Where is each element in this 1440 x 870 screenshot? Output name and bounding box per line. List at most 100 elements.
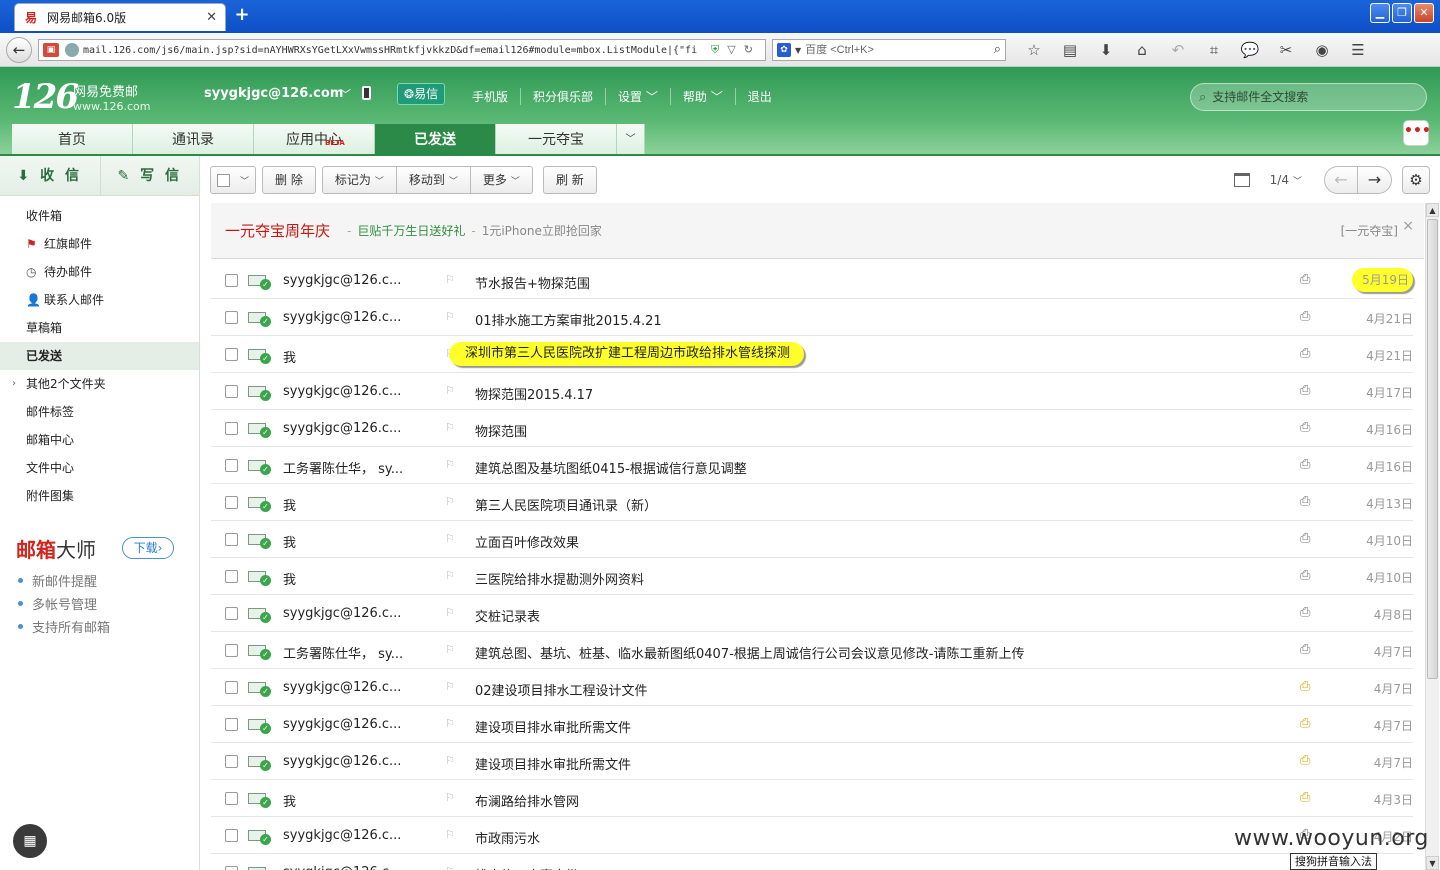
mail-subject[interactable]: 物探范围 xyxy=(475,421,527,440)
promo-download-button[interactable]: 下载› xyxy=(122,537,174,559)
mail-subject[interactable]: 建筑总图及基坑图纸0415-根据诚信行意见调整 xyxy=(475,458,747,477)
shield-icon[interactable]: ⛨ xyxy=(711,43,719,57)
flag-icon[interactable]: ⚐ xyxy=(445,643,455,656)
link-settings[interactable]: 设置 ﹀ xyxy=(605,88,670,105)
receive-button[interactable]: ⬇ 收 信 xyxy=(0,156,100,195)
row-checkbox[interactable] xyxy=(225,829,238,842)
ad-tag[interactable]: [一元夺宝] xyxy=(1341,222,1398,239)
globe-menu-icon[interactable]: ◉ xyxy=(1304,41,1340,59)
mail-subject[interactable]: 节水报告+物探范围 xyxy=(475,273,590,292)
sidebar-item-file-center[interactable]: 文件中心 xyxy=(0,454,199,482)
table-row[interactable]: syygkjgc@126.c... ⚐ 物探范围 ⎙ 4月16日 xyxy=(211,410,1413,447)
mail-from[interactable]: syygkjgc@126.c... xyxy=(283,273,433,288)
site-identity-icon[interactable]: ▣ xyxy=(43,43,59,57)
scroll-down-icon[interactable]: ▼ xyxy=(1426,856,1439,870)
row-checkbox[interactable] xyxy=(225,348,238,361)
mail-subject[interactable]: 建设项目排水审批所需文件 xyxy=(475,717,631,736)
flag-icon[interactable]: ⚐ xyxy=(445,865,455,870)
table-row[interactable]: 我 ⚐ 三医院给排水提勘测外网资料 ⎙ 4月10日 xyxy=(211,558,1413,595)
page-indicator[interactable]: 1/4 ﹀ xyxy=(1270,173,1302,187)
flag-icon[interactable]: ⚐ xyxy=(445,717,455,730)
mail-subject[interactable]: 布澜路给排水管网 xyxy=(475,791,579,810)
sidebar-item-todo[interactable]: ◷ 待办邮件 xyxy=(0,258,199,286)
ad-gray-text[interactable]: 1元iPhone立即抢回家 xyxy=(482,224,602,238)
mail-from[interactable]: 我 xyxy=(283,569,433,588)
sidebar-item-inbox[interactable]: 收件箱 xyxy=(0,202,199,230)
flag-icon[interactable]: ⚐ xyxy=(445,532,455,545)
table-row[interactable]: syygkjgc@126.c... ⚐ 建设项目排水审批所需文件 ⎙ 4月7日 xyxy=(211,706,1413,743)
home-icon[interactable]: ⌂ xyxy=(1124,41,1160,59)
browser-search-input[interactable] xyxy=(805,44,976,56)
mail-subject[interactable]: 建设项目排水审批所需文件 xyxy=(475,754,631,773)
row-checkbox[interactable] xyxy=(225,496,238,509)
delete-button[interactable]: 删 除 xyxy=(262,166,316,194)
scroll-thumb[interactable] xyxy=(1427,219,1438,679)
crop-icon[interactable]: ⌗ xyxy=(1196,41,1232,59)
apps-grid-icon[interactable]: ▦ xyxy=(13,824,47,858)
new-tab-button[interactable]: + xyxy=(232,5,252,25)
mail-from[interactable]: syygkjgc@126.c... xyxy=(283,421,433,436)
mail-from[interactable]: 工务署陈仕华， sy... xyxy=(283,643,433,662)
magnifier-icon[interactable]: ⌕ xyxy=(994,42,1001,57)
mark-as-button[interactable]: 标记为 ﹀ xyxy=(321,166,397,194)
sidebar-item-sent[interactable]: 已发送 xyxy=(0,342,199,370)
attachment-clip-icon[interactable]: ⎙ xyxy=(1300,605,1310,620)
restore-button[interactable]: ❐ xyxy=(1392,3,1412,23)
row-checkbox[interactable] xyxy=(225,681,238,694)
dropdown-caret-icon[interactable]: ▽ xyxy=(727,43,735,57)
mail-subject[interactable]: 交桩记录表 xyxy=(475,606,540,625)
attachment-clip-icon[interactable]: ⎙ xyxy=(1300,420,1310,435)
window-close-button[interactable]: ✕ xyxy=(1414,3,1434,23)
attachment-clip-icon[interactable]: ⎙ xyxy=(1300,457,1310,472)
tab-close-icon[interactable]: ✕ xyxy=(206,10,217,25)
sidebar-item-attachment-gallery[interactable]: 附件图集 xyxy=(0,482,199,510)
mail-from[interactable]: 我 xyxy=(283,532,433,551)
mail-from[interactable]: 我 xyxy=(283,347,433,366)
flag-icon[interactable]: ⚐ xyxy=(445,310,455,323)
mail-subject[interactable]: 市政雨污水 xyxy=(475,828,540,847)
table-row[interactable]: syygkjgc@126.c...⚐排水施工方案审批.doc⎙ xyxy=(211,854,1413,870)
tab-app-center[interactable]: 应用中心 BETA xyxy=(254,124,375,156)
yixin-button[interactable]: ❂易信 xyxy=(397,83,446,105)
scrollbar[interactable]: ▲ ▼ xyxy=(1425,203,1439,870)
table-row[interactable]: 我 ⚐ 第三人民医院项目通讯录（新） ⎙ 4月13日 xyxy=(211,484,1413,521)
mail-subject[interactable]: 建筑总图、基坑、桩基、临水最新图纸0407-根据上周诚信行公司会议意见修改-请陈… xyxy=(475,643,1024,662)
sidebar-item-other-folders[interactable]: › 其他2个文件夹 xyxy=(0,370,199,398)
row-checkbox[interactable] xyxy=(225,274,238,287)
mail-from[interactable]: syygkjgc@126.c... xyxy=(283,384,433,399)
mail-subject[interactable]: 排水施工方案审批.doc xyxy=(475,865,607,870)
chat-icon[interactable]: 💬 xyxy=(1232,41,1268,59)
sidebar-item-mail-tags[interactable]: 邮件标签 xyxy=(0,398,199,426)
flag-icon[interactable]: ⚐ xyxy=(445,421,455,434)
row-checkbox[interactable] xyxy=(225,570,238,583)
row-checkbox[interactable] xyxy=(225,792,238,805)
mail-from[interactable]: syygkjgc@126.c... xyxy=(283,680,433,695)
ime-status[interactable]: 搜狗拼音输入法 xyxy=(1290,853,1377,870)
star-icon[interactable]: ☆ xyxy=(1016,41,1052,59)
mail-subject[interactable]: 立面百叶修改效果 xyxy=(475,532,579,551)
back-button[interactable]: ← xyxy=(6,37,32,63)
gear-icon[interactable]: ⚙ xyxy=(1402,166,1430,194)
row-checkbox[interactable] xyxy=(225,718,238,731)
flag-icon[interactable]: ⚐ xyxy=(445,791,455,804)
table-row[interactable]: syygkjgc@126.c... ⚐ 建设项目排水审批所需文件 ⎙ 4月7日 xyxy=(211,743,1413,780)
account-caret-icon[interactable]: ﹀ xyxy=(340,86,351,102)
tab-home[interactable]: 首页 xyxy=(12,124,133,156)
table-row[interactable]: syygkjgc@126.c... ⚐ 02建设项目排水工程设计文件 ⎙ 4月7日 xyxy=(211,669,1413,706)
attachment-clip-icon[interactable]: ⎙ xyxy=(1300,494,1310,509)
row-checkbox[interactable] xyxy=(225,311,238,324)
attachment-clip-icon[interactable]: ⎙ xyxy=(1300,642,1310,657)
tab-contacts[interactable]: 通讯录 xyxy=(133,124,254,156)
flag-icon[interactable]: ⚐ xyxy=(445,384,455,397)
refresh-button[interactable]: 刷 新 xyxy=(542,166,597,194)
prev-page-button[interactable]: ← xyxy=(1324,166,1358,194)
ad-banner[interactable]: 一元夺宝周年庆 - 巨贴千万生日送好礼 -1元iPhone立即抢回家 [一元夺宝] … xyxy=(211,203,1424,259)
table-row[interactable]: 工务署陈仕华， sy... ⚐ 建筑总图及基坑图纸0415-根据诚信行意见调整 ⎙ 4月… xyxy=(211,447,1413,484)
undo-icon[interactable]: ↶ xyxy=(1160,41,1196,59)
attachment-clip-icon[interactable]: ⎙ xyxy=(1300,346,1310,361)
reload-icon[interactable]: ↻ xyxy=(744,43,753,57)
table-row[interactable]: 我⚐深圳市第三人民医院改扩建工程周边市政给排水管线探测⎙4月21日 xyxy=(211,336,1413,373)
mail-search-box[interactable]: ⌕ xyxy=(1190,83,1427,111)
link-logout[interactable]: 退出 xyxy=(734,88,784,105)
url-input[interactable] xyxy=(83,44,705,56)
